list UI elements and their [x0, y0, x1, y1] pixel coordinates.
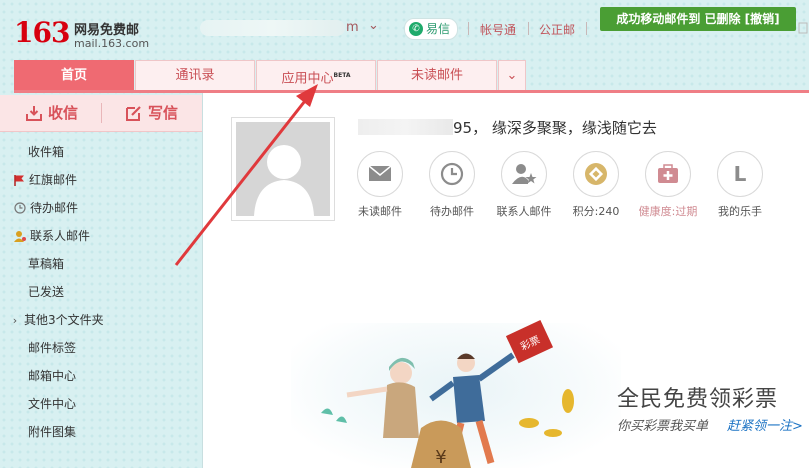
yixin-icon: ✆: [409, 22, 423, 36]
folder-label: 收件箱: [28, 145, 65, 159]
header: 163 网易免费邮 mail.163.com m ⌄ ✆ 易信 帐号通 公正邮 成…: [0, 0, 809, 60]
folder-label: 邮箱中心: [28, 369, 77, 383]
quick-label: 我的乐手: [718, 205, 762, 218]
lottery-promo-banner[interactable]: 彩票 ¥ 全民免费领彩票 你买彩票我买单 赶紧领一注>: [291, 303, 809, 468]
quick-contacts[interactable]: 联系人邮件: [489, 151, 559, 219]
quick-lesho[interactable]: L 我的乐手: [705, 151, 775, 219]
account-link[interactable]: 帐号通: [480, 21, 516, 38]
folder-mail-center[interactable]: 邮箱中心: [28, 364, 76, 388]
divider: [101, 103, 102, 123]
folder-contacts[interactable]: 联系人邮件: [14, 224, 90, 248]
folder-label: 草稿箱: [28, 257, 65, 271]
tab-label: 未读邮件: [410, 68, 463, 83]
yixin-button[interactable]: ✆ 易信: [404, 18, 458, 40]
red-flag-icon: [14, 175, 24, 186]
folder-sent[interactable]: 已发送: [28, 280, 64, 304]
username-blurred: [358, 119, 453, 135]
money-bag-symbol: ¥: [435, 447, 446, 468]
receive-label: 收信: [48, 104, 79, 122]
tab-unread[interactable]: 未读邮件: [377, 60, 497, 90]
banner-claim-link[interactable]: 赶紧领一注>: [727, 415, 803, 434]
folder-others-expand[interactable]: › 其他3个文件夹: [10, 308, 104, 332]
banner-subtitle: 你买彩票我买单: [617, 419, 709, 434]
greeting-text: 95， 缘深多聚聚，缘浅随它去: [453, 119, 657, 137]
main-tabs: 首页 通讯录 应用中心BETA 未读邮件 ⌄: [14, 60, 526, 90]
logo-number: 163: [14, 16, 70, 49]
contact-icon: [14, 231, 26, 242]
chevron-down-icon[interactable]: ⌄: [368, 18, 379, 33]
folder-file-center[interactable]: 文件中心: [28, 392, 76, 416]
folder-label: 待办邮件: [30, 201, 79, 215]
divider: [586, 22, 587, 35]
account-name-blurred: [200, 20, 345, 36]
folder-inbox[interactable]: 收件箱: [28, 140, 64, 164]
account-name-tail[interactable]: m: [346, 20, 359, 35]
tab-label: 应用中心: [281, 71, 334, 87]
quick-unread[interactable]: 未读邮件: [345, 151, 415, 219]
avatar[interactable]: [231, 117, 335, 221]
quick-label: 未读邮件: [358, 205, 402, 218]
sidebar: 收信 写信 收件箱 红旗邮件 待办邮件 联系人邮件 草稿箱 已发送 › 其他3个文…: [0, 93, 202, 468]
quick-label: 积分:240: [572, 205, 620, 218]
folder-attachments[interactable]: 附件图集: [28, 420, 76, 444]
contact-star-icon: [512, 164, 537, 184]
tab-label: 首页: [60, 68, 87, 83]
quick-health[interactable]: 健康度:过期: [633, 151, 703, 219]
folder-label: 文件中心: [28, 397, 77, 411]
beta-badge: BETA: [333, 72, 351, 79]
compose-pen-icon: [126, 106, 141, 121]
tab-app-center[interactable]: 应用中心BETA: [256, 60, 376, 90]
tabs-more-button[interactable]: ⌄: [498, 60, 526, 90]
tab-home[interactable]: 首页: [14, 60, 134, 90]
compose-label: 写信: [148, 104, 179, 122]
folder-label: 邮件标签: [28, 341, 77, 355]
folder-labels[interactable]: 邮件标签: [28, 336, 76, 360]
default-avatar-icon: [254, 145, 314, 216]
quick-label: 健康度:过期: [638, 205, 698, 218]
folder-todo[interactable]: 待办邮件: [14, 196, 78, 220]
banner-title: 全民免费领彩票: [617, 387, 779, 412]
folder-label: 附件图集: [28, 425, 77, 439]
folder-drafts[interactable]: 草稿箱: [28, 252, 64, 276]
inbox-download-icon: [26, 106, 42, 121]
compose-button[interactable]: 写信: [126, 95, 178, 131]
envelope-icon: [368, 165, 392, 181]
chevron-right-icon: ›: [12, 314, 18, 327]
logo-name: 网易免费邮: [74, 23, 140, 38]
divider: [468, 22, 469, 35]
receive-button[interactable]: 收信: [26, 95, 78, 131]
folder-label: 联系人邮件: [30, 229, 91, 243]
move-success-notice[interactable]: 成功移动邮件到 已删除 [撤销]: [600, 7, 796, 31]
quick-label: 联系人邮件: [496, 205, 552, 218]
folder-label: 红旗邮件: [29, 173, 78, 187]
home-panel: 95， 缘深多聚聚，缘浅随它去 未读邮件 待办邮件 联系人邮件 积分:240 健…: [203, 93, 809, 468]
chevron-down-icon: ⌄: [506, 68, 518, 83]
folder-label: 已发送: [28, 285, 65, 299]
folder-label: 其他3个文件夹: [24, 313, 104, 327]
yixin-label: 易信: [426, 22, 451, 36]
notary-mail-link[interactable]: 公正邮: [539, 21, 575, 38]
logo-domain: mail.163.com: [74, 37, 150, 50]
clock-icon: [14, 202, 26, 214]
tab-contacts[interactable]: 通讯录: [135, 60, 255, 90]
divider: [528, 22, 529, 35]
letter-l-icon: L: [733, 162, 747, 186]
clock-icon: [440, 162, 464, 186]
folder-red-flag[interactable]: 红旗邮件: [14, 168, 77, 192]
lottery-illustration: 彩票 ¥: [321, 320, 574, 468]
quick-todo[interactable]: 待办邮件: [417, 151, 487, 219]
coin-icon: [585, 163, 607, 185]
quick-label: 待办邮件: [430, 205, 474, 218]
medical-kit-icon: [658, 164, 678, 183]
tab-label: 通讯录: [175, 68, 215, 83]
sidebar-actions: 收信 写信: [0, 95, 202, 132]
close-icon[interactable]: [797, 21, 809, 35]
quick-points[interactable]: 积分:240: [561, 151, 631, 219]
